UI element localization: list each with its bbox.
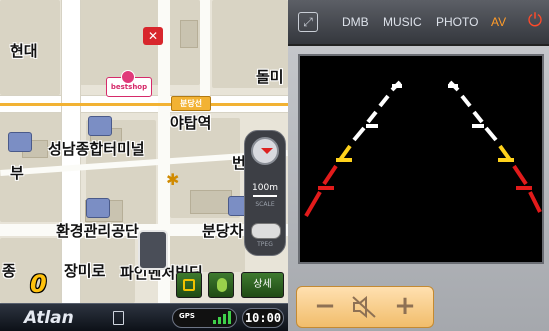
tab-music[interactable]: MUSIC (383, 15, 422, 29)
road-vertical (200, 0, 210, 100)
volume-control: − + (296, 286, 434, 328)
guide-segment-white (472, 110, 484, 124)
guide-segment-white (460, 94, 472, 108)
vehicle-position-icon (138, 230, 168, 270)
map-label: 야탑역 (170, 114, 212, 132)
tab-photo[interactable]: PHOTO (436, 15, 478, 29)
map-building (190, 190, 232, 214)
signal-bar (213, 320, 216, 324)
gps-label: GPS (179, 312, 195, 320)
poi-bestshop[interactable]: bestshop (106, 70, 152, 97)
parking-guide-lines (304, 80, 542, 218)
building-poi-icon[interactable] (88, 116, 112, 136)
guide-segment-red (304, 190, 322, 218)
map-building (180, 20, 198, 48)
av-panel: ⤢ DMB MUSIC PHOTO AV ⏻ − + (288, 0, 549, 331)
guide-segment-white (484, 126, 498, 142)
brand-logo: Atlan (24, 308, 74, 328)
map-control-panel: 100m SCALE TPEG (244, 130, 286, 256)
media-tab-bar: ⤢ DMB MUSIC PHOTO AV ⏻ (288, 0, 549, 46)
brand-poi-icon[interactable]: ✕ (143, 27, 163, 45)
tpeg-caption: TPEG (257, 241, 273, 248)
tab-dmb[interactable]: DMB (342, 15, 369, 29)
map-label: 장미로 (64, 262, 106, 280)
tab-av[interactable]: AV (491, 15, 506, 29)
poi-bestshop-label: bestshop (110, 83, 148, 91)
scale-value: 100m (252, 183, 278, 193)
rear-camera-view (298, 54, 544, 264)
clock: 10:00 (242, 308, 284, 328)
guide-segment-red (322, 164, 338, 186)
signal-bar (228, 311, 231, 324)
status-bar: Atlan GPS 10:00 (0, 303, 288, 331)
volume-down-button[interactable]: − (309, 291, 341, 323)
map-label: 돌미 (256, 68, 284, 86)
guide-segment-white (378, 94, 390, 108)
guide-segment-white (366, 110, 378, 124)
voice-button[interactable] (208, 272, 234, 298)
document-icon[interactable] (113, 311, 124, 325)
scale-caption: SCALE (255, 201, 275, 208)
mute-icon[interactable] (351, 295, 377, 319)
detail-button[interactable]: 상세 (241, 272, 284, 298)
map-label: 분당차 (202, 222, 244, 240)
guide-segment-red (512, 164, 528, 186)
route-menu-button[interactable] (176, 272, 202, 298)
power-icon[interactable]: ⏻ (524, 10, 546, 32)
volume-area: − + (288, 284, 549, 331)
signal-bar (223, 314, 226, 324)
map-view[interactable]: ✕ bestshop 분당선 ✱ 현대 돌미 야탑역 성남종합터미널 부 번 환… (0, 0, 288, 331)
microphone-icon (217, 278, 227, 292)
traffic-light-icon: ✱ (166, 170, 180, 189)
navigation-screen: ✕ bestshop 분당선 ✱ 현대 돌미 야탑역 성남종합터미널 부 번 환… (0, 0, 549, 331)
building-poi-icon[interactable] (86, 198, 110, 218)
building-poi-icon[interactable] (8, 132, 32, 152)
tpeg-button[interactable] (251, 223, 281, 239)
gps-status[interactable]: GPS (172, 308, 237, 328)
map-label: 부 (10, 164, 24, 182)
map-label: 성남종합터미널 (48, 140, 145, 158)
map-label: 환경관리공단 (56, 222, 139, 240)
subway-station-sign: 분당선 (171, 96, 211, 111)
guide-segment-yellow (498, 144, 512, 162)
map-label: 현대 (10, 42, 38, 60)
scale-bar (253, 195, 277, 197)
speed-indicator: 0 (30, 270, 47, 298)
compass-icon[interactable] (251, 137, 279, 165)
guide-segment-red (528, 191, 542, 213)
guide-segment-yellow (338, 144, 352, 162)
guide-segment-white (352, 126, 366, 142)
expand-icon[interactable]: ⤢ (298, 12, 318, 32)
signal-bar (218, 317, 221, 324)
subway-line (0, 103, 288, 106)
compass-needle (261, 148, 273, 154)
route-icon (183, 279, 195, 291)
volume-up-button[interactable]: + (389, 291, 421, 323)
poi-marker-icon (121, 70, 135, 84)
map-label: 종 (2, 262, 16, 280)
